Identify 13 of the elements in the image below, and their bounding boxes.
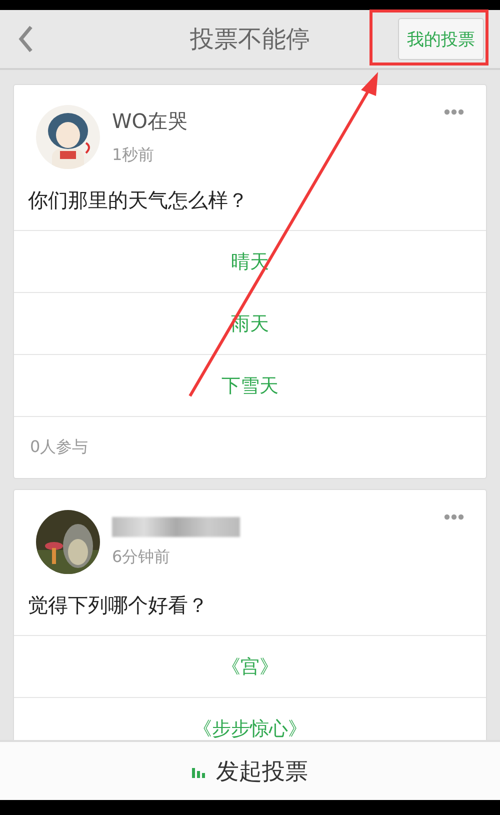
my-votes-button[interactable]: 我的投票: [398, 18, 484, 60]
poll-question: 你们那里的天气怎么样？: [27, 187, 249, 214]
post-time: 6分钟前: [112, 546, 172, 568]
post-time: 1秒前: [112, 145, 156, 166]
poll-option[interactable]: 《步步惊心》: [14, 697, 486, 740]
author-name: WO在哭: [112, 108, 189, 135]
back-icon[interactable]: [18, 25, 34, 53]
poll-question: 觉得下列哪个好看？: [27, 592, 209, 619]
start-vote-button[interactable]: 发起投票: [0, 740, 500, 800]
participant-count: 0人参与: [14, 416, 486, 478]
more-icon[interactable]: [444, 109, 464, 115]
page-title: 投票不能停: [190, 24, 310, 55]
more-icon[interactable]: [444, 514, 464, 520]
